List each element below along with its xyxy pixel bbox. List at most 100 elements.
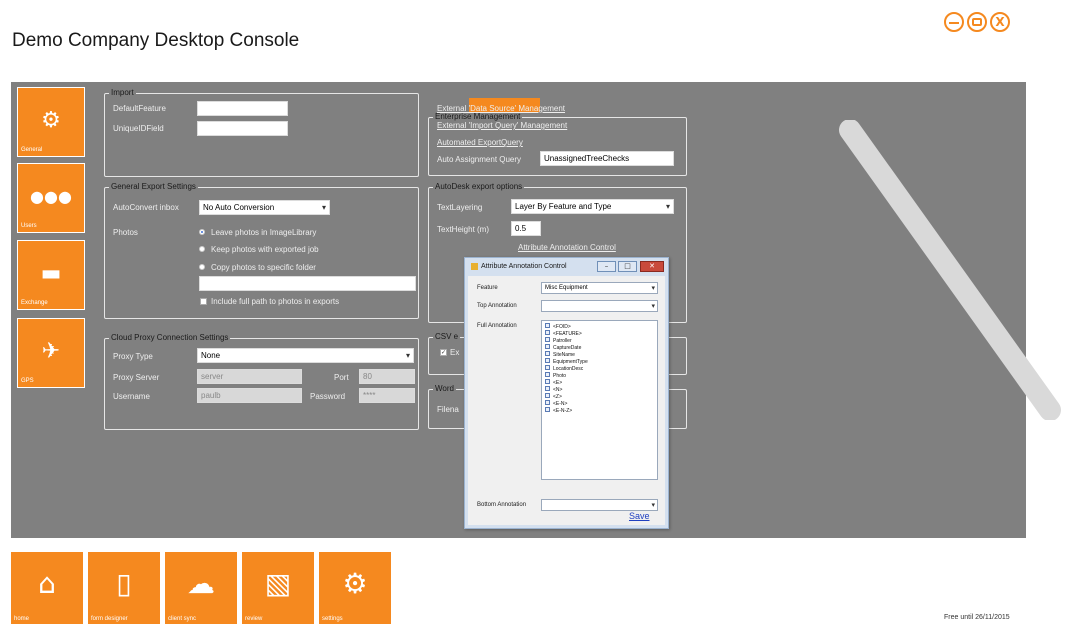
toolbar-form-designer-button[interactable]: ▯ form designer xyxy=(88,552,160,624)
list-item-label: Photo xyxy=(553,373,567,379)
app-icon xyxy=(471,263,478,270)
list-item[interactable]: <FEATURE> xyxy=(545,330,582,338)
text-height-input[interactable]: 0.5 xyxy=(511,221,541,236)
group-title: Cloud Proxy Connection Settings xyxy=(111,333,229,342)
sidebar-item-gps[interactable]: ✈ GPS xyxy=(17,318,85,388)
toolbar-review-button[interactable]: ▧ review xyxy=(242,552,314,624)
close-button[interactable]: X xyxy=(990,12,1010,32)
full-annotation-label: Full Annotation xyxy=(477,323,517,329)
folder-icon: ▬ xyxy=(40,261,62,286)
toolbar-settings-button[interactable]: ⚙ settings xyxy=(319,552,391,624)
password-label: Password xyxy=(310,392,346,401)
toolbar-client-sync-button[interactable]: ☁ client sync xyxy=(165,552,237,624)
csv-export-label: Ex xyxy=(450,348,460,357)
photo-option-radio[interactable] xyxy=(199,246,205,252)
username-input[interactable]: paulb xyxy=(197,388,302,403)
dialog-close-button[interactable]: ✕ xyxy=(640,261,664,272)
checkbox[interactable] xyxy=(545,379,550,385)
toolbar-home-button[interactable]: ⌂ home xyxy=(11,552,83,624)
checkbox[interactable] xyxy=(545,407,550,413)
attribute-annotation-link[interactable]: Attribute Annotation Control xyxy=(518,243,616,252)
photo-option-radio[interactable] xyxy=(199,229,205,235)
proxy-server-input[interactable]: server xyxy=(197,369,302,384)
sidebar-item-general[interactable]: ⚙ General xyxy=(17,87,85,157)
checkbox[interactable] xyxy=(545,358,550,364)
list-item-label: Patroller xyxy=(553,338,572,344)
proxy-type-select[interactable]: None xyxy=(197,348,414,363)
dialog-title-bar[interactable]: Attribute Annotation Control – □ ✕ xyxy=(465,258,668,276)
list-item[interactable]: EquipmentType xyxy=(545,358,588,366)
include-paths-checkbox[interactable] xyxy=(200,298,207,305)
list-item[interactable]: CaptureDate xyxy=(545,344,582,352)
bottom-annotation-select[interactable] xyxy=(541,499,658,511)
checkbox[interactable] xyxy=(545,365,550,371)
auto-assignment-input[interactable]: UnassignedTreeChecks xyxy=(540,151,674,166)
top-annotation-select[interactable] xyxy=(541,300,658,312)
checkbox[interactable] xyxy=(545,372,550,378)
photo-option-label: Leave photos in ImageLibrary xyxy=(211,228,317,237)
auto-assignment-label: Auto Assignment Query xyxy=(437,155,522,164)
password-input[interactable]: **** xyxy=(359,388,415,403)
photo-folder-input[interactable] xyxy=(199,276,416,291)
checkbox[interactable] xyxy=(545,386,550,392)
list-item-label: <FOID> xyxy=(553,324,571,330)
app-title: Demo Company Desktop Console xyxy=(12,30,300,51)
proxy-server-label: Proxy Server xyxy=(113,373,160,382)
checkbox[interactable] xyxy=(545,351,550,357)
list-item-label: <Z> xyxy=(553,394,562,400)
sidebar-item-label: General xyxy=(21,147,43,153)
list-item[interactable]: LocationDesc xyxy=(545,365,583,373)
word-filename-label: Filena xyxy=(437,405,459,414)
dialog-title: Attribute Annotation Control xyxy=(481,263,567,270)
sidebar-item-users[interactable]: ●●● Users xyxy=(17,163,85,233)
checkbox[interactable] xyxy=(545,400,550,406)
sidebar-item-label: GPS xyxy=(21,378,34,384)
toolbar-label: form designer xyxy=(91,616,128,622)
external-import-query-link[interactable]: External 'Import Query' Management xyxy=(437,121,567,130)
satellite-icon: ✈ xyxy=(41,339,61,364)
feature-select[interactable]: Misc Equipment xyxy=(541,282,658,294)
top-annotation-label: Top Annotation xyxy=(477,303,517,309)
maximize-button[interactable] xyxy=(967,12,987,32)
auto-convert-label: AutoConvert inbox xyxy=(113,203,179,212)
checkbox[interactable] xyxy=(545,337,550,343)
default-feature-label: DefaultFeature xyxy=(113,104,166,113)
list-item-label: SiteName xyxy=(553,352,575,358)
sidebar-item-exchange[interactable]: ▬ Exchange xyxy=(17,240,85,310)
list-item[interactable]: <E-N-Z> xyxy=(545,407,572,415)
checkbox[interactable] xyxy=(545,344,550,350)
text-layering-select[interactable]: Layer By Feature and Type xyxy=(511,199,674,214)
checkbox[interactable] xyxy=(545,323,550,329)
window-controls: X xyxy=(944,12,1010,32)
default-feature-input[interactable] xyxy=(197,101,288,116)
proxy-type-label: Proxy Type xyxy=(113,352,153,361)
port-input[interactable]: 80 xyxy=(359,369,415,384)
external-data-source-link[interactable]: External 'Data Source' Management xyxy=(437,104,565,113)
dialog-minimize-button[interactable]: – xyxy=(597,261,616,272)
photo-option-radio[interactable] xyxy=(199,264,205,270)
license-status: Free until 26/11/2015 xyxy=(944,614,1010,621)
users-icon: ●●● xyxy=(30,187,72,206)
dialog-maximize-button[interactable]: □ xyxy=(618,261,637,272)
csv-export-checkbox[interactable]: ✓ xyxy=(440,349,447,356)
checkbox[interactable] xyxy=(545,330,550,336)
auto-convert-select[interactable]: No Auto Conversion xyxy=(199,200,330,215)
photos-label: Photos xyxy=(113,228,138,237)
automated-export-query-link[interactable]: Automated ExportQuery xyxy=(437,138,523,147)
group-title: Import xyxy=(111,88,134,97)
checkbox[interactable] xyxy=(545,393,550,399)
group-title: Word xyxy=(435,384,454,393)
toolbar-label: home xyxy=(14,616,30,622)
save-button[interactable]: Save xyxy=(629,511,650,521)
minimize-button[interactable] xyxy=(944,12,964,32)
full-annotation-list[interactable]: <FOID> <FEATURE> Patroller CaptureDate S… xyxy=(541,320,658,480)
unique-id-input[interactable] xyxy=(197,121,288,136)
clipboard-icon: ▯ xyxy=(116,567,132,600)
list-item-label: <E-N> xyxy=(553,401,568,407)
list-item-label: <E> xyxy=(553,380,563,386)
group-title: CSV e xyxy=(435,332,459,341)
cloud-sync-icon: ☁ xyxy=(187,567,215,600)
home-icon: ⌂ xyxy=(38,567,56,600)
include-paths-label: Include full path to photos in exports xyxy=(211,297,340,306)
list-item-label: CaptureDate xyxy=(553,345,582,351)
